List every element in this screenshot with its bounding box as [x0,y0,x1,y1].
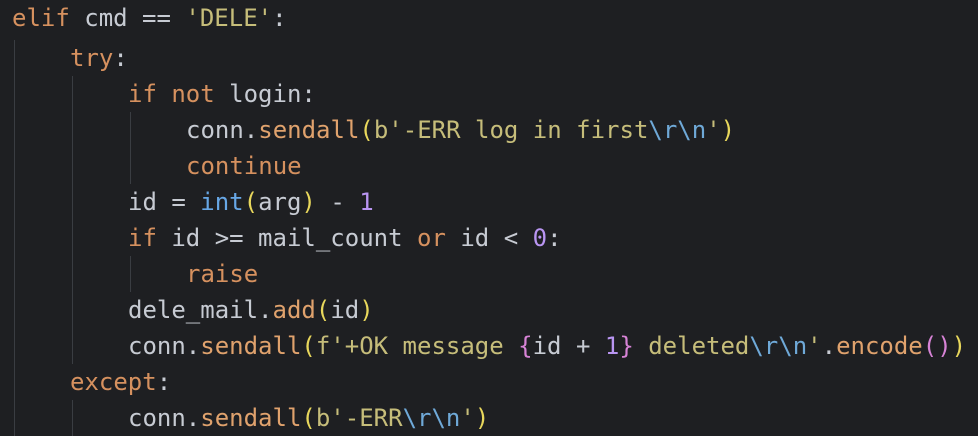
code-token: : [156,368,172,396]
code-editor[interactable]: elif cmd == 'DELE': try: if not login: c… [0,0,978,436]
code-token: id + [532,332,605,360]
code-token: encode [836,332,923,360]
code-token: id >= mail_count [156,224,417,252]
code-token: int [200,188,244,216]
code-token: id = [128,188,201,216]
code-token: : [113,44,128,72]
code-token: 'DELE' [185,4,273,32]
code-token: ' [706,116,721,144]
code-token: raise [186,260,259,288]
code-token: { [518,332,533,360]
code-token: \r\n [402,404,461,432]
code-line[interactable]: raise [12,256,258,292]
code-token: ) [301,188,316,216]
code-token: conn. [128,404,201,432]
code-token: arg [258,188,302,216]
code-line[interactable]: id = int(arg) - 1 [12,184,374,220]
code-token: sendall [258,116,360,144]
code-token: if not [128,80,215,108]
code-token: id [330,296,360,324]
code-line[interactable]: continue [12,148,302,184]
code-token: f'+OK message [315,332,519,360]
code-token: or [417,224,446,252]
code-token: cmd == [69,4,186,32]
code-token: conn. [186,116,259,144]
code-token: : [272,4,287,32]
code-token: b'-ERR [315,404,403,432]
code-token: sendall [200,404,302,432]
code-token: elif [12,4,70,32]
code-token: ' [460,404,475,432]
code-line[interactable]: elif cmd == 'DELE': [12,0,287,36]
code-token: ) [359,296,374,324]
code-token: . [821,332,837,360]
code-token: ( [301,332,316,360]
code-token: - [315,188,360,216]
code-token: } [619,332,634,360]
code-token: ( [301,404,316,432]
code-token: \r\n [648,116,707,144]
code-token: () [922,332,952,360]
code-token: id < [445,224,533,252]
code-line[interactable]: try: [12,40,128,76]
code-token: ' [807,332,822,360]
code-token: dele_mail. [128,296,273,324]
code-token: try [70,44,114,72]
code-token: : [547,224,562,252]
code-token: ) [474,404,490,432]
code-line[interactable]: except: [12,364,171,400]
code-line[interactable]: conn.sendall(b'-ERR log in first\r\n') [12,112,735,148]
code-token: ( [243,188,259,216]
code-token: deleted [633,332,750,360]
code-token: sendall [200,332,302,360]
code-token: ( [315,296,331,324]
code-token: if [128,224,157,252]
code-line[interactable]: if id >= mail_count or id < 0: [12,220,562,256]
code-token: continue [186,152,302,180]
code-token: 1 [604,332,620,360]
code-token: \r\n [749,332,808,360]
code-token: 0 [532,224,548,252]
code-line[interactable]: if not login: [12,76,316,112]
code-token: 1 [359,188,374,216]
code-token: ( [359,116,374,144]
code-token: login: [214,80,316,108]
code-token: conn. [128,332,201,360]
code-token: ) [720,116,736,144]
code-line[interactable]: conn.sendall(f'+OK message {id + 1} dele… [12,328,966,364]
code-line[interactable]: dele_mail.add(id) [12,292,374,328]
code-line[interactable]: conn.sendall(b'-ERR\r\n') [12,400,489,436]
code-token: ) [951,332,967,360]
code-token: except [70,368,157,396]
code-token: b'-ERR log in first [373,116,649,144]
code-token: add [272,296,316,324]
